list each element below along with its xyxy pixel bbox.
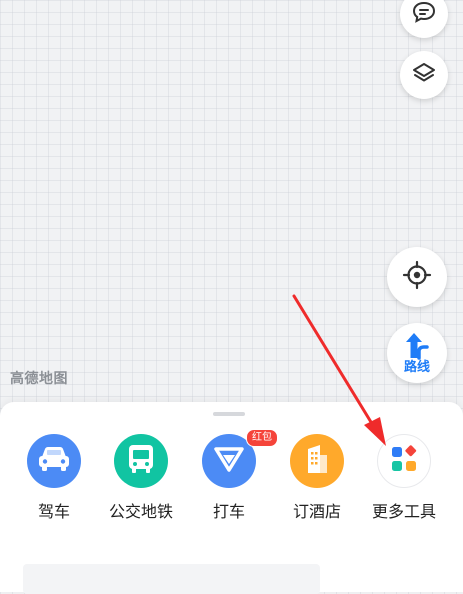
transit-icon-circle — [114, 434, 168, 488]
amap-logo: 高德地图 — [10, 371, 68, 387]
more-icon-circle — [377, 434, 431, 488]
service-label: 驾车 — [37, 502, 70, 521]
taxi-v-icon — [213, 444, 245, 478]
car-icon — [37, 444, 71, 478]
feedback-button[interactable] — [400, 0, 448, 38]
route-button[interactable]: 路线 — [387, 323, 447, 383]
service-hotel[interactable]: 订酒店 — [273, 434, 361, 522]
drive-icon-circle — [27, 434, 81, 488]
service-label: 订酒店 — [292, 502, 341, 521]
taxi-icon-circle: 红包 — [202, 429, 278, 488]
route-label: 路线 — [403, 359, 430, 375]
locate-me-button[interactable] — [387, 247, 447, 307]
bus-icon — [126, 443, 156, 479]
drag-handle[interactable] — [213, 412, 245, 416]
recent-card[interactable] — [23, 564, 320, 594]
service-drive[interactable]: 驾车 — [10, 434, 98, 522]
hotel-icon-circle — [290, 434, 344, 488]
grid-tiles-icon — [390, 445, 418, 477]
service-taxi[interactable]: 红包 打车 — [185, 429, 278, 522]
service-label: 打车 — [212, 502, 245, 521]
service-more-tools[interactable]: 更多工具 — [360, 434, 448, 522]
map-layers-button[interactable] — [400, 51, 448, 99]
service-transit[interactable]: 公交地铁 — [97, 434, 185, 522]
bottom-sheet: 驾车 公交地铁 红包 打车 订酒店 更多工具 — [0, 402, 463, 594]
crosshair-icon — [402, 260, 432, 294]
service-label: 更多工具 — [371, 502, 436, 521]
chat-bubble-icon — [411, 0, 437, 29]
route-arrow-icon — [403, 332, 431, 364]
layers-icon — [411, 60, 437, 90]
service-label: 公交地铁 — [108, 502, 173, 521]
hotel-building-icon — [302, 443, 332, 479]
